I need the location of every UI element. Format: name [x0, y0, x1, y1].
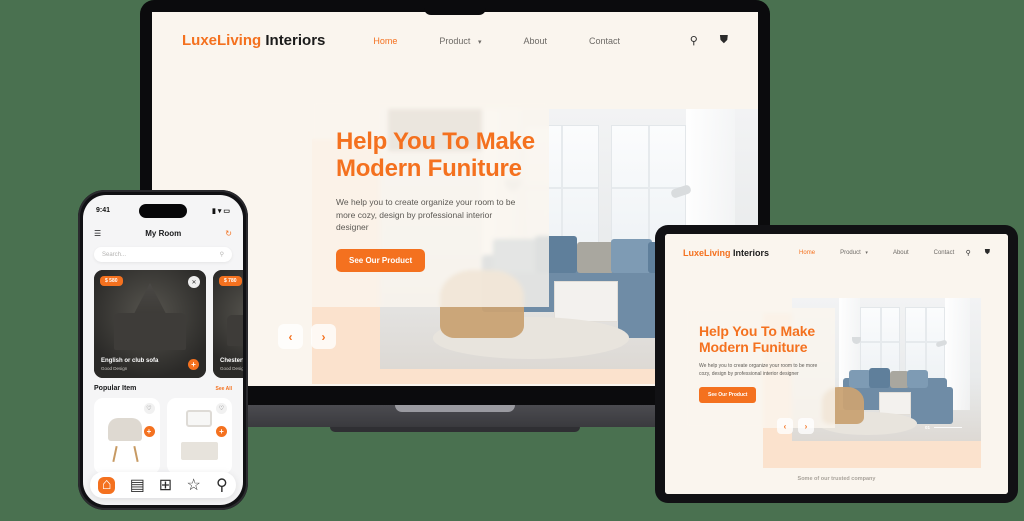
slide-number: 01: [925, 425, 931, 430]
status-time: 9:41: [96, 207, 111, 214]
hero-subtext: We help you to create organize your room…: [699, 363, 818, 377]
battery-icon: ▭: [223, 207, 230, 215]
laptop-camera-notch: [424, 3, 486, 15]
nav-lamp-icon[interactable]: ⚲: [216, 477, 228, 494]
add-to-cart-button[interactable]: +: [216, 426, 227, 437]
phone-search-input[interactable]: Search... ⚲: [94, 247, 232, 262]
phone-app-header: ☰ My Room ↻: [83, 222, 243, 244]
tablet-device: LuxeLiving Interiors Home Product ▾ Abou…: [655, 225, 1018, 503]
laptop-base-notch: [395, 405, 515, 412]
product-card[interactable]: $ 780 Chesterf Good Design: [213, 270, 243, 378]
desktop-nav-icons: ⚲ ⛊: [690, 34, 728, 47]
carousel-next-button[interactable]: ›: [311, 324, 336, 349]
tablet-body: LuxeLiving Interiors Home Product ▾ Abou…: [655, 225, 1018, 503]
see-our-product-button[interactable]: See Our Product: [336, 249, 426, 272]
chevron-down-icon: ▾: [477, 38, 482, 46]
see-our-product-button[interactable]: See Our Product: [699, 387, 757, 404]
desktop-nav-links: Home Product ▾ About Contact: [373, 36, 620, 46]
logo-second-word: Interiors: [733, 248, 770, 258]
product-name: English or club sofa: [101, 358, 159, 364]
hero-heading-line2: Modern Funiture: [699, 338, 808, 355]
nav-item-home[interactable]: Home: [799, 250, 815, 256]
add-to-cart-button[interactable]: +: [143, 426, 155, 437]
nav-home-icon[interactable]: ⌂: [98, 476, 116, 494]
product-desc: Good Design: [101, 366, 128, 371]
search-icon[interactable]: ⚲: [966, 249, 971, 257]
hero-carousel-arrows: ‹ ›: [278, 324, 336, 349]
nav-item-contact[interactable]: Contact: [589, 36, 620, 46]
refresh-icon[interactable]: ↻: [225, 229, 232, 238]
nav-star-icon[interactable]: ☆: [186, 477, 200, 494]
popular-items-grid: ♡ + ♡ +: [94, 398, 232, 474]
nav-calendar-icon[interactable]: ▤: [130, 477, 145, 494]
nav-item-about[interactable]: About: [893, 250, 909, 256]
add-to-cart-button[interactable]: +: [188, 359, 199, 370]
popular-title: Popular Item: [94, 385, 137, 392]
user-account-icon[interactable]: ⛊: [985, 249, 990, 257]
hero-carousel-arrows: ‹ ›: [777, 418, 814, 434]
user-account-icon[interactable]: ⛊: [720, 34, 728, 47]
carousel-prev-button[interactable]: ‹: [278, 324, 303, 349]
desktop-navbar: LuxeLiving Interiors Home Product ▾ Abou…: [152, 12, 758, 49]
nav-product-label: Product: [439, 35, 471, 46]
nav-item-home[interactable]: Home: [373, 36, 397, 46]
site-logo[interactable]: LuxeLiving Interiors: [182, 32, 325, 49]
phone-product-carousel[interactable]: $ 580 ✕ English or club sofa Good Design…: [94, 270, 243, 378]
phone-page-title: My Room: [145, 228, 182, 238]
nav-item-product[interactable]: Product ▾: [439, 36, 481, 46]
slide-progress-line: [934, 427, 963, 428]
nav-grid-icon[interactable]: ⊞: [159, 477, 172, 494]
hero-heading-line1: Help You To Make: [699, 323, 816, 339]
hamburger-menu-icon[interactable]: ☰: [94, 229, 101, 238]
logo-first-word: LuxeLiving: [683, 248, 731, 258]
laptop-foot: [330, 427, 580, 432]
hero-heading-line1: Help You To Make: [336, 128, 535, 155]
chevron-down-icon: ▾: [865, 250, 868, 256]
nav-item-about[interactable]: About: [523, 36, 547, 46]
nav-item-product[interactable]: Product ▾: [840, 250, 868, 256]
slide-indicator: 01: [925, 425, 963, 430]
phone-device: 9:41 ▮ ▾ ▭ ☰ My Room ↻ Search... ⚲ $ 580…: [78, 190, 248, 510]
hero-subtext: We help you to create organize your room…: [336, 196, 516, 233]
hero-heading-line2: Modern Funiture: [336, 154, 522, 182]
phone-screen: 9:41 ▮ ▾ ▭ ☰ My Room ↻ Search... ⚲ $ 580…: [83, 195, 243, 505]
trusted-company-text: Some of our trusted company: [797, 476, 876, 482]
phone-body: 9:41 ▮ ▾ ▭ ☰ My Room ↻ Search... ⚲ $ 580…: [78, 190, 248, 510]
tablet-site-logo[interactable]: LuxeLiving Interiors: [683, 248, 769, 258]
tablet-navbar: LuxeLiving Interiors Home Product ▾ Abou…: [665, 234, 1008, 258]
search-icon: ⚲: [219, 252, 224, 258]
close-icon[interactable]: ✕: [188, 276, 200, 288]
product-price-badge: $ 580: [100, 276, 123, 286]
tablet-nav-icons: ⚲ ⛊: [966, 249, 990, 257]
tablet-nav-links: Home Product ▾ About Contact: [799, 250, 954, 256]
favorite-icon[interactable]: ♡: [143, 403, 155, 414]
product-desc: Good Design: [220, 366, 243, 371]
phone-bottom-nav: ⌂ ▤ ⊞ ☆ ⚲: [90, 472, 236, 498]
product-name: Chesterf: [220, 358, 243, 364]
nav-product-label: Product: [840, 250, 861, 256]
favorite-icon[interactable]: ♡: [216, 403, 227, 414]
product-price-badge: $ 780: [219, 276, 242, 286]
popular-item-card[interactable]: ♡ +: [166, 398, 232, 474]
devices-showcase: LuxeLiving Interiors Home Product ▾ Abou…: [0, 0, 1024, 521]
signal-icon: ▮: [212, 207, 216, 215]
tablet-screen: LuxeLiving Interiors Home Product ▾ Abou…: [665, 234, 1008, 494]
logo-second-word: Interiors: [265, 32, 326, 49]
wifi-icon: ▾: [217, 207, 222, 215]
search-placeholder: Search...: [102, 251, 127, 258]
status-icons: ▮ ▾ ▭: [212, 207, 230, 215]
search-icon[interactable]: ⚲: [690, 34, 698, 47]
carousel-prev-button[interactable]: ‹: [777, 418, 793, 434]
carousel-next-button[interactable]: ›: [798, 418, 814, 434]
popular-section-header: Popular Item See All: [94, 385, 232, 392]
popular-item-card[interactable]: ♡ +: [94, 398, 160, 474]
nav-item-contact[interactable]: Contact: [934, 250, 955, 256]
logo-first-word: LuxeLiving: [182, 32, 262, 49]
see-all-link[interactable]: See All: [216, 386, 233, 392]
hero-text-card: Help You To Make Modern Funiture We help…: [685, 308, 835, 428]
dynamic-island: [139, 204, 187, 218]
product-card[interactable]: $ 580 ✕ English or club sofa Good Design…: [94, 270, 206, 378]
hero-text-card: Help You To Make Modern Funiture We help…: [312, 101, 549, 307]
